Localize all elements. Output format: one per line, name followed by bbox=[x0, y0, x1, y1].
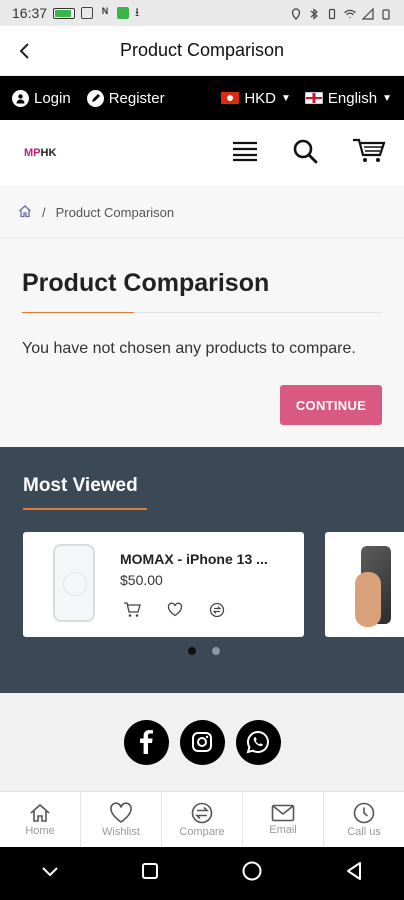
title-divider bbox=[22, 312, 382, 313]
product-price: $50.00 bbox=[120, 572, 163, 588]
product-card-partial[interactable] bbox=[325, 532, 404, 637]
nav-label-call: Call us bbox=[347, 825, 381, 838]
app-bar: Product Comparison bbox=[0, 26, 404, 76]
site-header: MPHK bbox=[0, 120, 404, 186]
download-icon: ⭳ bbox=[135, 4, 140, 19]
phone-icon bbox=[353, 802, 375, 823]
carousel-dot[interactable] bbox=[212, 647, 220, 655]
home-icon bbox=[30, 803, 50, 822]
home-circle-icon[interactable] bbox=[241, 860, 263, 887]
heading-underline bbox=[23, 508, 147, 510]
cart-icon[interactable] bbox=[352, 138, 386, 169]
uk-flag-icon bbox=[304, 92, 323, 104]
user-icon bbox=[12, 89, 29, 107]
status-time: 16:37 bbox=[12, 5, 48, 21]
social-links bbox=[0, 693, 404, 791]
continue-button[interactable]: CONTINUE bbox=[280, 385, 382, 425]
chevron-down-icon: ▼ bbox=[280, 92, 291, 104]
app-icon bbox=[117, 7, 130, 19]
login-label: Login bbox=[34, 89, 71, 107]
menu-icon[interactable] bbox=[232, 140, 258, 167]
carousel-dot-active[interactable] bbox=[188, 647, 196, 655]
edit-icon bbox=[86, 89, 104, 107]
recents-icon[interactable] bbox=[141, 862, 159, 885]
register-label: Register bbox=[108, 89, 165, 107]
currency-selector[interactable]: HKD ▼ bbox=[221, 90, 291, 107]
bottom-nav: Home Wishlist Compare Email Call us bbox=[0, 791, 404, 847]
n-icon: N bbox=[101, 6, 109, 16]
nav-label-home: Home bbox=[25, 824, 55, 837]
location-icon bbox=[290, 7, 302, 20]
login-link[interactable]: Login bbox=[12, 89, 71, 107]
account-bar: Login Register HKD ▼ English ▼ bbox=[0, 76, 404, 120]
product-image[interactable] bbox=[53, 544, 95, 622]
back-button[interactable] bbox=[0, 26, 50, 76]
back-arrow-icon bbox=[19, 42, 29, 59]
empty-message: You have not chosen any products to comp… bbox=[22, 340, 356, 357]
product-image-hand bbox=[355, 572, 381, 627]
add-to-cart-icon[interactable] bbox=[123, 602, 141, 623]
app-bar-title: Product Comparison bbox=[119, 40, 285, 60]
chevron-down-icon: ▼ bbox=[382, 92, 392, 104]
battery-status-icon bbox=[380, 7, 392, 20]
system-nav-bar bbox=[0, 847, 404, 900]
search-icon[interactable] bbox=[292, 138, 318, 169]
site-logo[interactable]: MPHK bbox=[24, 147, 56, 159]
signal-icon bbox=[361, 7, 374, 20]
register-link[interactable]: Register bbox=[86, 89, 165, 107]
nav-home[interactable]: Home bbox=[0, 792, 81, 847]
nav-email[interactable]: Email bbox=[243, 792, 324, 847]
whatsapp-icon[interactable] bbox=[235, 719, 281, 765]
status-bar: 16:37 N ⭳ bbox=[0, 0, 404, 26]
most-viewed-heading: Most Viewed bbox=[23, 475, 138, 496]
heart-icon bbox=[110, 801, 132, 823]
nav-label-compare: Compare bbox=[179, 825, 225, 838]
mail-icon bbox=[271, 804, 295, 821]
back-triangle-icon[interactable] bbox=[345, 861, 363, 886]
wifi-icon bbox=[344, 7, 356, 19]
compare-icon bbox=[191, 802, 213, 823]
product-card[interactable]: MOMAX - iPhone 13 ... $50.00 bbox=[23, 532, 304, 637]
instagram-icon[interactable] bbox=[179, 719, 225, 765]
notification-icon bbox=[81, 7, 94, 19]
carousel-dots bbox=[188, 647, 220, 655]
compare-icon[interactable] bbox=[209, 602, 225, 623]
language-selector[interactable]: English ▼ bbox=[304, 89, 392, 107]
bluetooth-icon bbox=[308, 7, 320, 20]
product-name[interactable]: MOMAX - iPhone 13 ... bbox=[120, 551, 292, 567]
hk-flag-icon bbox=[221, 92, 240, 104]
breadcrumb-separator: / bbox=[42, 205, 46, 220]
nav-label-email: Email bbox=[269, 823, 297, 836]
currency-label: HKD bbox=[244, 89, 276, 107]
wishlist-heart-icon[interactable] bbox=[167, 602, 183, 623]
most-viewed-section: Most Viewed MOMAX - iPhone 13 ... $50.00 bbox=[0, 447, 404, 693]
breadcrumb: / Product Comparison bbox=[0, 186, 404, 238]
nav-call[interactable]: Call us bbox=[324, 792, 404, 847]
facebook-icon[interactable] bbox=[123, 719, 169, 765]
chevron-down-icon[interactable] bbox=[41, 865, 59, 883]
page-title: Product Comparison bbox=[22, 269, 270, 297]
breadcrumb-current: Product Comparison bbox=[55, 205, 175, 220]
nav-wishlist[interactable]: Wishlist bbox=[81, 792, 162, 847]
nav-compare[interactable]: Compare bbox=[162, 792, 243, 847]
battery-icon bbox=[53, 7, 76, 19]
language-label: English bbox=[327, 89, 378, 107]
home-icon[interactable] bbox=[18, 204, 32, 221]
nav-label-wishlist: Wishlist bbox=[102, 825, 140, 838]
vibrate-icon bbox=[326, 7, 338, 20]
